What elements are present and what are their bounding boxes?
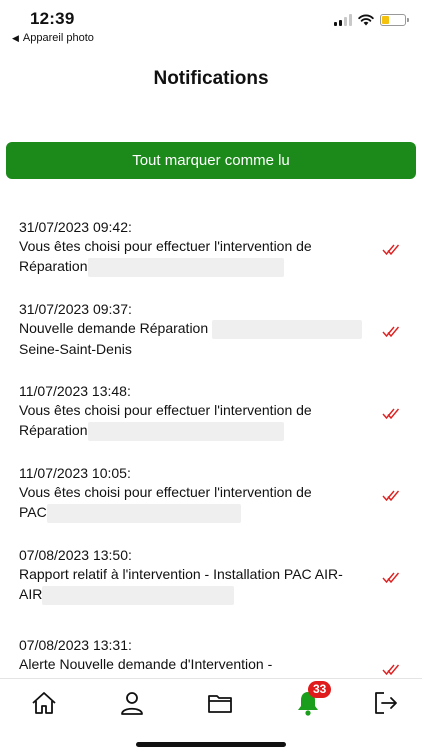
read-double-check-icon (382, 664, 400, 676)
notification-line: Alerte Nouvelle demande d'Intervention - (19, 656, 273, 672)
notification-line: AIR (19, 586, 43, 602)
notification-line: Réparation (19, 422, 88, 438)
back-arrow-icon: ◀ (12, 32, 19, 43)
notification-date: 11/07/2023 10:05: (19, 465, 131, 481)
notification-line: Rapport relatif à l'intervention - Insta… (19, 566, 343, 582)
notification-date: 31/07/2023 09:42: (19, 219, 132, 235)
cellular-signal-icon (334, 14, 352, 26)
notification-item[interactable]: 31/07/2023 09:37: Nouvelle demande Répar… (0, 290, 422, 372)
nav-folder[interactable] (206, 689, 234, 717)
home-icon (32, 692, 56, 714)
read-double-check-icon (382, 490, 400, 502)
read-double-check-icon (382, 408, 400, 420)
wifi-icon (358, 14, 374, 26)
profile-icon (121, 692, 143, 715)
notification-item[interactable]: 11/07/2023 10:05: Vous êtes choisi pour … (0, 454, 422, 536)
nav-profile[interactable] (118, 689, 146, 717)
page-title: Notifications (153, 68, 269, 89)
notification-item[interactable]: 11/07/2023 13:48: Vous êtes choisi pour … (0, 372, 422, 454)
redacted-text (46, 503, 241, 523)
notification-line: Vous êtes choisi pour effectuer l'interv… (19, 484, 312, 500)
read-double-check-icon (382, 326, 400, 338)
mark-all-read-button[interactable]: Tout marquer comme lu (6, 142, 416, 179)
folder-icon (208, 695, 232, 713)
notification-count-badge: 33 (308, 681, 332, 698)
notification-line: Réparation (19, 258, 88, 274)
redacted-text (87, 421, 284, 441)
redacted-text (87, 257, 284, 277)
notification-line: Vous êtes choisi pour effectuer l'interv… (19, 402, 312, 418)
status-icons (334, 14, 409, 26)
notification-date: 07/08/2023 13:50: (19, 547, 132, 563)
notification-date: 31/07/2023 09:37: (19, 301, 132, 317)
bottom-navigation: 33 (0, 678, 422, 750)
battery-icon (380, 14, 409, 26)
notification-line: Nouvelle demande Réparation (19, 320, 209, 336)
notification-item[interactable]: 31/07/2023 09:42: Vous êtes choisi pour … (0, 208, 422, 290)
notification-list: 31/07/2023 09:42: Vous êtes choisi pour … (0, 208, 422, 678)
nav-notifications[interactable]: 33 (294, 681, 332, 717)
notification-date: 07/08/2023 13:31: (19, 637, 132, 653)
notification-line: PAC (19, 504, 47, 520)
notification-item[interactable]: 07/08/2023 13:31: Alerte Nouvelle demand… (0, 618, 422, 678)
notification-line: Vous êtes choisi pour effectuer l'interv… (19, 238, 312, 254)
home-indicator[interactable] (136, 742, 286, 747)
nav-home[interactable] (30, 689, 58, 717)
notification-date: 11/07/2023 13:48: (19, 383, 131, 399)
back-app-label: Appareil photo (22, 32, 94, 44)
read-double-check-icon (382, 244, 400, 256)
read-double-check-icon (382, 572, 400, 584)
nav-logout[interactable] (372, 689, 400, 717)
back-to-app-link[interactable]: ◀ Appareil photo (12, 32, 94, 44)
status-bar: 12:39 ◀ Appareil photo (0, 0, 422, 48)
status-time: 12:39 (30, 9, 75, 28)
redacted-text (42, 585, 235, 605)
notification-line: Seine-Saint-Denis (19, 340, 132, 357)
notification-item[interactable]: 07/08/2023 13:50: Rapport relatif à l'in… (0, 536, 422, 618)
redacted-text (212, 319, 363, 339)
logout-icon (375, 692, 397, 714)
